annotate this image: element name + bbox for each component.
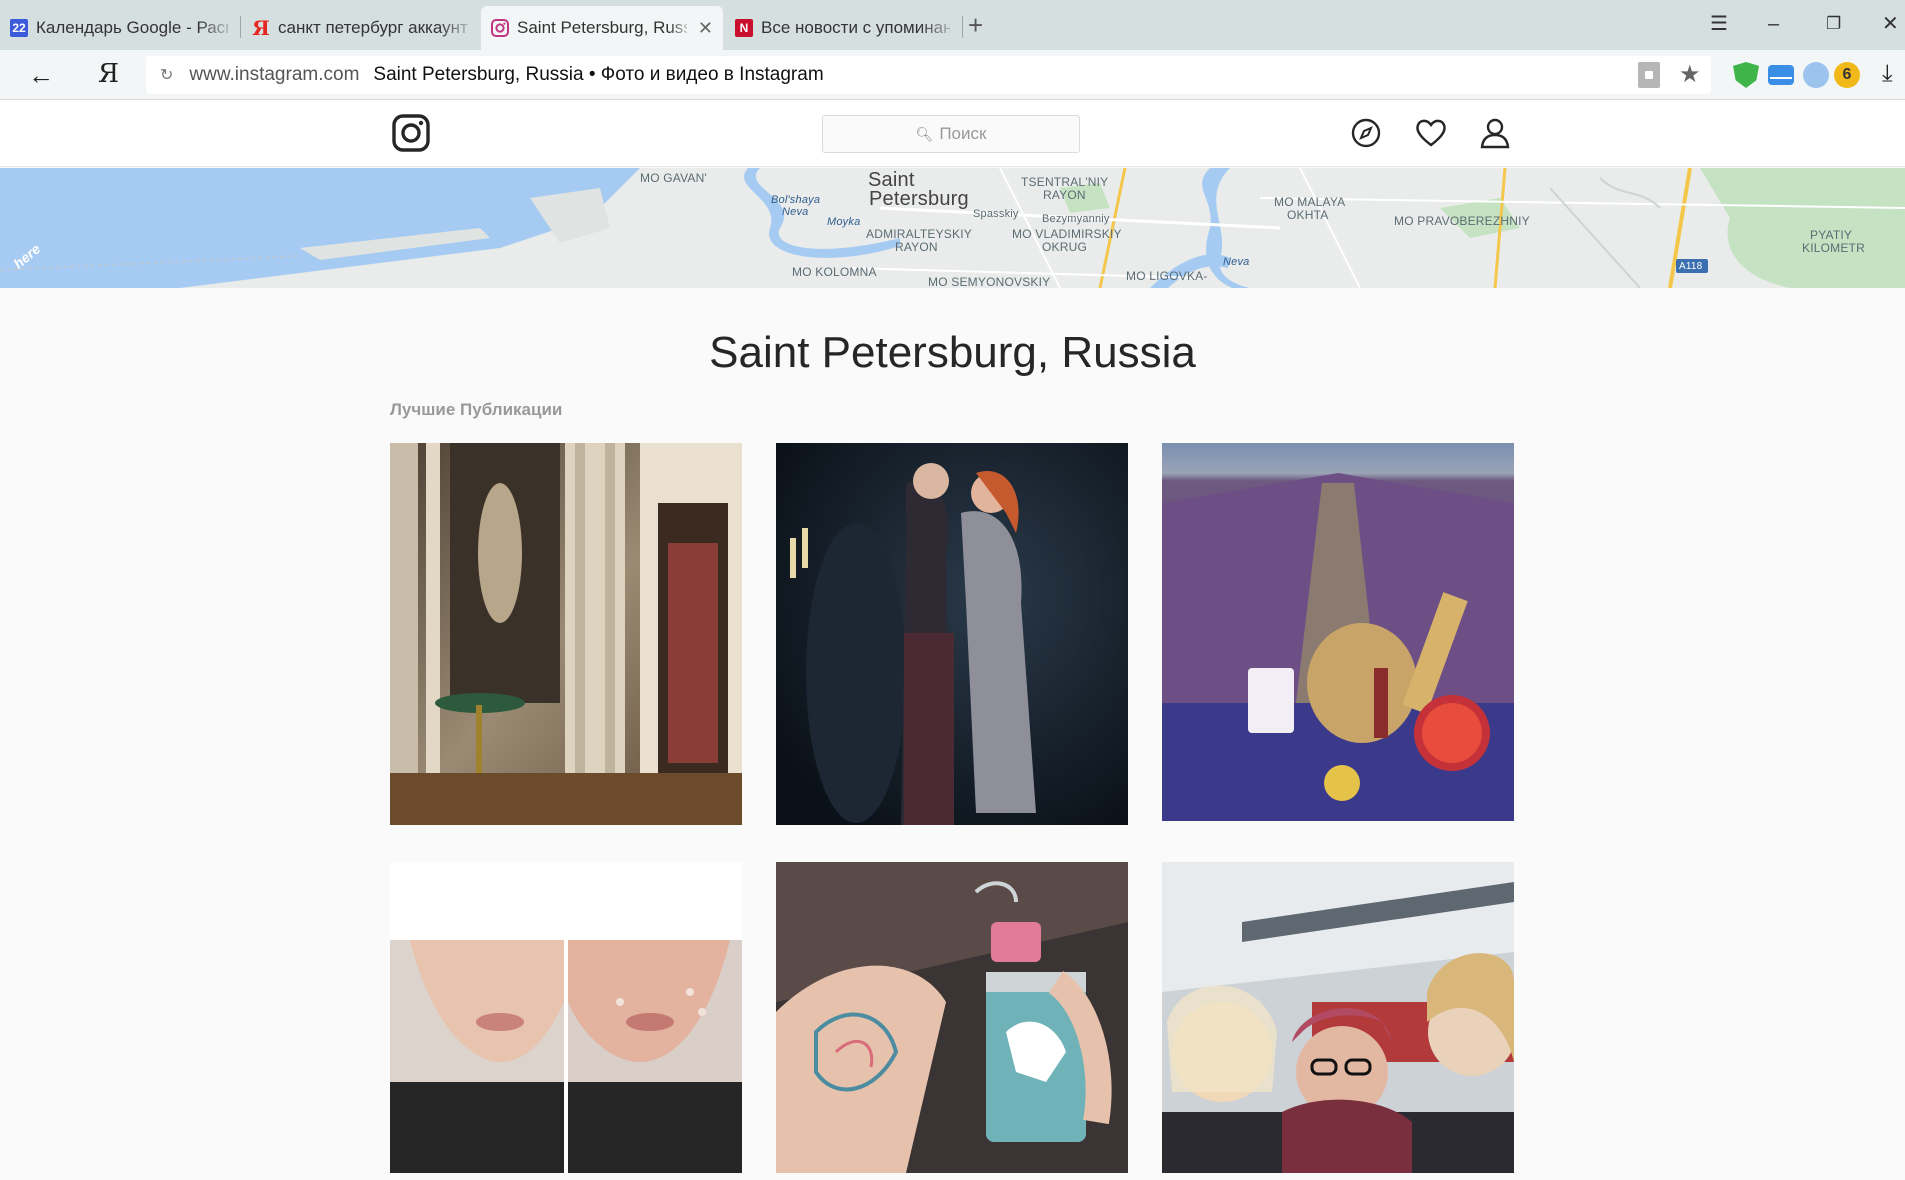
post-tattoo-can[interactable] <box>776 862 1128 1173</box>
heart-icon[interactable] <box>1413 115 1449 151</box>
yandex-home-icon[interactable]: Я <box>98 59 119 89</box>
close-tab-icon[interactable]: ✕ <box>698 18 713 39</box>
tab-google-calendar[interactable]: 22 Календарь Google - Распис <box>0 6 238 50</box>
explore-compass-icon[interactable] <box>1348 115 1384 151</box>
yandex-icon: Я <box>252 16 270 40</box>
map-label: MO KOLOMNA <box>792 265 877 279</box>
new-tab-icon[interactable]: + <box>968 12 983 38</box>
post-image <box>390 443 742 825</box>
notification-badge[interactable]: 6 <box>1834 62 1860 88</box>
location-title: Saint Petersburg, Russia <box>709 328 1196 377</box>
tab-instagram-active[interactable]: Saint Petersburg, Russia • ✕ <box>481 6 723 50</box>
tab-label: Saint Petersburg, Russia • <box>517 18 687 37</box>
address-bar[interactable]: ↻ www.instagram.com Saint Petersburg, Ru… <box>146 56 1711 94</box>
mail-extension-icon[interactable] <box>1768 65 1794 85</box>
news-icon: N <box>735 19 753 37</box>
map-label: RAYON <box>895 240 938 254</box>
profile-icon[interactable] <box>1477 115 1513 151</box>
restore-icon[interactable]: ❐ <box>1826 12 1841 36</box>
map-label: Spasskiy <box>973 208 1019 220</box>
menu-icon[interactable]: ☰ <box>1710 12 1728 36</box>
tab-news[interactable]: N Все новости с упоминание <box>725 6 960 50</box>
lock-icon[interactable] <box>1638 62 1660 88</box>
map-label: Bezymyanniy <box>1042 213 1110 225</box>
minimize-icon[interactable]: – <box>1768 12 1779 36</box>
map-label-water: Neva <box>1223 256 1250 268</box>
download-icon[interactable]: ⤓ <box>1882 60 1893 88</box>
instagram-logo-icon[interactable] <box>391 113 431 153</box>
map-label: KILOMETR <box>1802 241 1865 255</box>
map-label: OKHTA <box>1287 208 1329 222</box>
tab-yandex-search[interactable]: Я санкт петербург аккаунт ин <box>242 6 478 50</box>
back-arrow-icon[interactable]: ← <box>28 60 54 90</box>
address-domain: www.instagram.com <box>189 64 360 85</box>
post-image <box>776 443 1128 825</box>
calendar-icon: 22 <box>10 19 28 37</box>
search-input[interactable]: 🔍︎ Поиск <box>822 115 1080 153</box>
weather-extension-icon[interactable] <box>1803 62 1829 88</box>
section-title: Лучшие Публикации <box>390 400 563 419</box>
post-lavender-picnic[interactable] <box>1162 443 1514 821</box>
location-map[interactable]: here MO GAVAN' Saint Petersburg TSENTRAL… <box>0 168 1905 288</box>
map-label: MO GAVAN' <box>640 171 707 185</box>
search-icon: 🔍︎ <box>915 125 934 142</box>
post-image <box>776 862 1128 1173</box>
shield-extension-icon[interactable] <box>1733 62 1759 88</box>
post-face-comparison[interactable] <box>390 862 742 1173</box>
map-label: OKRUG <box>1042 240 1088 254</box>
post-palace-interior[interactable] <box>390 443 742 825</box>
search-placeholder: Поиск <box>939 124 987 143</box>
map-label-water: Neva <box>782 206 809 218</box>
post-train-selfie[interactable] <box>1162 862 1514 1173</box>
map-label: MO SEMYONOVSKIY <box>928 275 1051 289</box>
map-label: MO LIGOVKA- <box>1126 269 1208 283</box>
map-label: RAYON <box>1043 188 1086 202</box>
post-image <box>390 862 742 1173</box>
instagram-header: 🔍︎ Поиск <box>0 101 1905 167</box>
reload-icon[interactable]: ↻ <box>160 65 173 85</box>
post-image <box>1162 862 1514 1173</box>
address-page-title: Saint Petersburg, Russia • Фото и видео … <box>373 64 824 85</box>
instagram-icon <box>491 19 509 37</box>
map-label-city: Petersburg <box>869 188 969 210</box>
browser-tab-strip: 22 Календарь Google - Распис Я санкт пет… <box>0 0 1905 50</box>
post-image <box>1162 443 1514 821</box>
map-label: MO PRAVOBEREZHNIY <box>1394 214 1530 228</box>
close-window-icon[interactable]: ✕ <box>1882 12 1899 36</box>
map-road-shield: A118 <box>1679 261 1703 272</box>
bookmark-star-icon[interactable]: ★ <box>1679 60 1701 89</box>
map-label-water: Moyka <box>827 216 861 228</box>
post-dancing-couple[interactable] <box>776 443 1128 825</box>
browser-address-row: ← Я ↻ www.instagram.com Saint Petersburg… <box>0 50 1905 100</box>
